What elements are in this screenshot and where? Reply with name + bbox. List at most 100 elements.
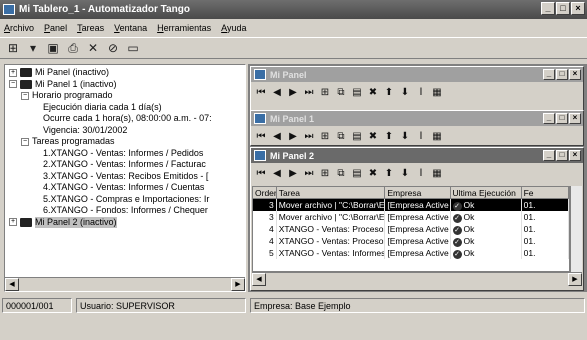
child-titlebar[interactable]: Mi Panel 1 _ □ × bbox=[251, 111, 583, 126]
col-header-empresa[interactable]: Empresa bbox=[385, 187, 451, 199]
up-icon[interactable]: ⬆ bbox=[383, 168, 395, 179]
tree-item-task-4[interactable]: 4.XTANGO - Ventas: Informes / Cuentas bbox=[9, 182, 212, 194]
schedule-icon[interactable]: ▦ bbox=[431, 131, 443, 142]
close-button[interactable]: × bbox=[569, 150, 581, 161]
tree-item-task-5[interactable]: 5.XTANGO - Compras e Importaciones: Ir bbox=[9, 194, 212, 206]
copy-icon[interactable]: ⧉ bbox=[335, 168, 347, 179]
maximize-button[interactable]: □ bbox=[556, 113, 568, 124]
menu-tareas[interactable]: Tareas bbox=[77, 23, 104, 33]
schedule-icon[interactable]: ▦ bbox=[431, 87, 443, 98]
dropdown-arrow-icon[interactable]: ▾ bbox=[26, 41, 40, 55]
col-header-orden[interactable]: Orden bbox=[253, 187, 277, 199]
table-row[interactable]: 5 XTANGO - Ventas: Informes [Empresa Act… bbox=[253, 247, 569, 259]
tree-item-tareas[interactable]: − Tareas programadas bbox=[9, 136, 212, 148]
prev-icon[interactable]: ◀ bbox=[271, 168, 283, 179]
minimize-button[interactable]: _ bbox=[543, 69, 555, 80]
first-icon[interactable]: ⏮ bbox=[255, 87, 267, 98]
child-titlebar[interactable]: Mi Panel _ □ × bbox=[251, 67, 583, 82]
tree-item-task-6[interactable]: 6.XTANGO - Fondos: Informes / Chequer bbox=[9, 205, 212, 217]
grid-icon[interactable]: ⊞ bbox=[319, 131, 331, 142]
maximize-button[interactable]: □ bbox=[556, 2, 570, 15]
next-icon[interactable]: ▶ bbox=[287, 131, 299, 142]
delete-task-icon[interactable]: ✖ bbox=[367, 87, 379, 98]
scroll-right-icon[interactable]: ▶ bbox=[568, 273, 582, 286]
menu-ayuda[interactable]: Ayuda bbox=[221, 23, 246, 33]
next-icon[interactable]: ▶ bbox=[287, 168, 299, 179]
copy-icon[interactable]: ⧉ bbox=[335, 131, 347, 142]
grid-icon[interactable]: ⊞ bbox=[319, 168, 331, 179]
collapse-icon[interactable]: − bbox=[21, 137, 29, 146]
menu-archivo[interactable]: Archivo bbox=[4, 23, 34, 33]
up-icon[interactable]: ⬆ bbox=[383, 87, 395, 98]
down-icon[interactable]: ⬇ bbox=[399, 131, 411, 142]
new-panel-icon[interactable]: ⊞ bbox=[6, 41, 20, 55]
tree-item-task-3[interactable]: 3.XTANGO - Ventas: Recibos Emitidos - [ bbox=[9, 171, 212, 183]
col-header-fe[interactable]: Fe bbox=[521, 187, 569, 199]
col-header-tarea[interactable]: Tarea bbox=[276, 187, 386, 199]
down-icon[interactable]: ⬇ bbox=[399, 87, 411, 98]
print-icon[interactable]: ⎙ bbox=[66, 41, 80, 55]
tree-item-mi-panel[interactable]: + Mi Panel (inactivo) bbox=[9, 67, 212, 79]
minimize-button[interactable]: _ bbox=[543, 113, 555, 124]
tree-item-mi-panel-2[interactable]: + Mi Panel 2 (inactivo) bbox=[9, 216, 212, 228]
info-icon[interactable]: Ⅰ bbox=[415, 87, 427, 98]
collapse-icon[interactable]: − bbox=[9, 80, 17, 89]
tree-horizontal-scrollbar[interactable]: ◀ ▶ bbox=[5, 277, 245, 291]
delete-task-icon[interactable]: ✖ bbox=[367, 131, 379, 142]
save-icon[interactable]: ▣ bbox=[46, 41, 60, 55]
table-row[interactable]: 3 Mover archivo | "C:\Borrar\E [Empresa … bbox=[253, 199, 569, 211]
tree-item-task-2[interactable]: 2.XTANGO - Ventas: Informes / Facturac bbox=[9, 159, 212, 171]
collapse-icon[interactable]: − bbox=[21, 91, 29, 100]
tree-item-ejecucion[interactable]: Ejecución diaria cada 1 día(s) bbox=[9, 102, 212, 114]
first-icon[interactable]: ⏮ bbox=[255, 168, 267, 179]
tree-item-ocurre[interactable]: Ocurre cada 1 hora(s), 08:00:00 a.m. - 0… bbox=[9, 113, 212, 125]
info-icon[interactable]: Ⅰ bbox=[415, 131, 427, 142]
menu-ventana[interactable]: Ventana bbox=[114, 23, 147, 33]
maximize-button[interactable]: □ bbox=[556, 69, 568, 80]
minimize-button[interactable]: _ bbox=[541, 2, 555, 15]
up-icon[interactable]: ⬆ bbox=[383, 131, 395, 142]
first-icon[interactable]: ⏮ bbox=[255, 131, 267, 142]
close-button[interactable]: × bbox=[569, 113, 581, 124]
prev-icon[interactable]: ◀ bbox=[271, 87, 283, 98]
info-icon[interactable]: Ⅰ bbox=[415, 168, 427, 179]
window-icon[interactable]: ▭ bbox=[126, 41, 140, 55]
tree-item-horario[interactable]: − Horario programado bbox=[9, 90, 212, 102]
prev-icon[interactable]: ◀ bbox=[271, 131, 283, 142]
tree-item-vigencia[interactable]: Vigencia: 30/01/2002 bbox=[9, 125, 212, 137]
child-window-mi-panel[interactable]: Mi Panel _ □ × ⏮ ◀ ▶ ⏭ ⊞ ⧉ ▤ ✖ ⬆ ⬇ Ⅰ ▦ bbox=[250, 66, 584, 112]
menu-panel[interactable]: Panel bbox=[44, 23, 67, 33]
col-header-ultima[interactable]: Ultima Ejecución bbox=[450, 187, 522, 199]
expand-icon[interactable]: + bbox=[9, 68, 17, 77]
props-icon[interactable]: ▤ bbox=[351, 168, 363, 179]
grid-vertical-scrollbar[interactable] bbox=[570, 186, 582, 272]
expand-icon[interactable]: + bbox=[9, 218, 17, 227]
grid-horizontal-scrollbar[interactable]: ◀ ▶ bbox=[252, 272, 582, 286]
delete-task-icon[interactable]: ✖ bbox=[367, 168, 379, 179]
child-window-mi-panel-1[interactable]: Mi Panel 1 _ □ × ⏮ ◀ ▶ ⏭ ⊞ ⧉ ▤ ✖ ⬆ ⬇ Ⅰ ▦ bbox=[250, 110, 584, 146]
child-titlebar[interactable]: Mi Panel 2 _ □ × bbox=[251, 148, 583, 163]
scroll-right-icon[interactable]: ▶ bbox=[231, 278, 245, 291]
table-row[interactable]: 4 XTANGO - Ventas: Procesos [Empresa Act… bbox=[253, 223, 569, 235]
maximize-button[interactable]: □ bbox=[556, 150, 568, 161]
delete-icon[interactable]: ✕ bbox=[86, 41, 100, 55]
last-icon[interactable]: ⏭ bbox=[303, 87, 315, 98]
close-button[interactable]: × bbox=[569, 69, 581, 80]
last-icon[interactable]: ⏭ bbox=[303, 168, 315, 179]
props-icon[interactable]: ▤ bbox=[351, 87, 363, 98]
stop-icon[interactable]: ⊘ bbox=[106, 41, 120, 55]
copy-icon[interactable]: ⧉ bbox=[335, 87, 347, 98]
next-icon[interactable]: ▶ bbox=[287, 87, 299, 98]
tree-item-task-1[interactable]: 1.XTANGO - Ventas: Informes / Pedidos bbox=[9, 148, 212, 160]
menu-herramientas[interactable]: Herramientas bbox=[157, 23, 211, 33]
close-button[interactable]: × bbox=[571, 2, 585, 15]
grid-icon[interactable]: ⊞ bbox=[319, 87, 331, 98]
down-icon[interactable]: ⬇ bbox=[399, 168, 411, 179]
table-row[interactable]: 3 Mover archivo | "C:\Borrar\E [Empresa … bbox=[253, 211, 569, 223]
props-icon[interactable]: ▤ bbox=[351, 131, 363, 142]
schedule-icon[interactable]: ▦ bbox=[431, 168, 443, 179]
tree-item-mi-panel-1[interactable]: − Mi Panel 1 (inactivo) bbox=[9, 79, 212, 91]
scroll-left-icon[interactable]: ◀ bbox=[5, 278, 19, 291]
table-row[interactable]: 4 XTANGO - Ventas: Procesos [Empresa Act… bbox=[253, 235, 569, 247]
minimize-button[interactable]: _ bbox=[543, 150, 555, 161]
